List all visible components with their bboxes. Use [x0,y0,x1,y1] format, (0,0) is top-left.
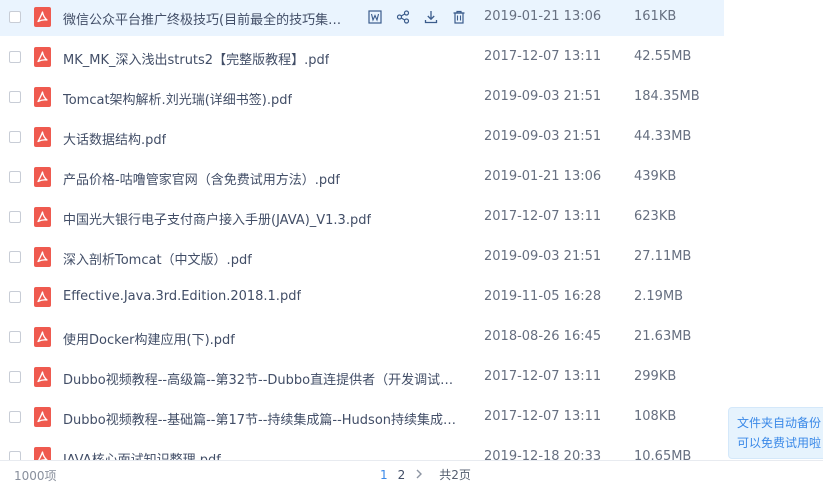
file-size: 21.63MB [634,329,692,344]
file-name[interactable]: 中国光大银行电子支付商户接入手册(JAVA)_V1.3.pdf [63,209,371,228]
pdf-file-icon [34,47,51,67]
file-date: 2019-01-21 13:06 [484,9,602,24]
pdf-file-icon [34,207,51,227]
item-count: 1000项 [14,469,57,483]
pdf-file-icon [34,247,51,267]
file-name[interactable]: Tomcat架构解析.刘光瑞(详细书签).pdf [63,89,292,108]
file-size: 10.65MB [634,449,692,460]
tip-line-2: 可以免费试用啦 [737,436,822,450]
row-checkbox[interactable] [9,411,21,423]
file-size: 439KB [634,169,677,184]
row-checkbox[interactable] [9,291,21,303]
file-name[interactable]: Dubbo视频教程--高级篇--第32节--Dubbo直连提供者（开发调试）.p… [63,369,463,388]
pdf-file-icon [34,87,51,107]
pdf-file-icon [34,327,51,347]
row-checkbox[interactable] [9,51,21,63]
download-icon[interactable] [422,8,440,26]
file-row[interactable]: Tomcat架构解析.刘光瑞(详细书签).pdf 2019-09-03 21:51… [0,80,724,116]
file-size: 2.19MB [634,289,684,304]
row-checkbox[interactable] [9,451,21,460]
file-row[interactable]: 产品价格-咕噜管家官网（含免费试用方法）.pdf 2019-01-21 13:06… [0,160,724,196]
row-checkbox[interactable] [9,131,21,143]
file-date: 2017-12-07 13:11 [484,49,602,64]
file-name[interactable]: 使用Docker构建应用(下).pdf [63,329,235,348]
pdf-file-icon [34,287,51,307]
pdf-file-icon [34,127,51,147]
file-row[interactable]: 微信公众平台推广终极技巧(目前最全的技巧集合).pdf 2019-01-21 13… [0,0,724,36]
file-row[interactable]: Effective.Java.3rd.Edition.2018.1.pdf 201… [0,280,724,316]
file-name[interactable]: 深入剖析Tomcat（中文版）.pdf [63,249,252,268]
file-date: 2019-09-03 21:51 [484,129,602,144]
file-name[interactable]: Dubbo视频教程--基础篇--第17节--持续集成篇--Hudson持续集成服… [63,409,463,428]
row-checkbox[interactable] [9,211,21,223]
share-icon[interactable] [394,8,412,26]
file-date: 2017-12-07 13:11 [484,409,602,424]
file-date: 2019-09-03 21:51 [484,249,602,264]
file-date: 2017-12-07 13:11 [484,369,602,384]
file-row[interactable]: Dubbo视频教程--高级篇--第32节--Dubbo直连提供者（开发调试）.p… [0,360,724,396]
row-checkbox[interactable] [9,331,21,343]
pdf-file-icon [34,407,51,427]
pdf-file-icon [34,367,51,387]
list-footer: 1000项 1 2 共2页 [0,460,823,487]
page-1-link[interactable]: 1 [380,468,388,482]
file-size: 184.35MB [634,89,700,104]
next-page-icon[interactable] [415,468,423,482]
file-name[interactable]: JAVA核心面试知识整理.pdf [63,449,221,460]
word-icon[interactable] [366,8,384,26]
pdf-file-icon [34,167,51,187]
pagination: 1 2 共2页 [380,466,471,483]
file-date: 2019-12-18 20:33 [484,449,602,460]
pdf-file-icon [34,447,51,460]
file-name[interactable]: 微信公众平台推广终极技巧(目前最全的技巧集合).pdf [63,9,353,28]
file-size: 161KB [634,9,677,24]
file-row[interactable]: 中国光大银行电子支付商户接入手册(JAVA)_V1.3.pdf 2017-12-0… [0,200,724,236]
tip-line-1: 文件夹自动备份 [737,416,822,430]
file-date: 2019-09-03 21:51 [484,89,602,104]
row-checkbox[interactable] [9,371,21,383]
total-pages: 共2页 [439,468,471,482]
page-2-link[interactable]: 2 [398,468,406,482]
file-name[interactable]: MK_MK_深入浅出struts2【完整版教程】.pdf [63,49,329,68]
file-size: 299KB [634,369,677,384]
file-name[interactable]: 大话数据结构.pdf [63,129,166,148]
file-row[interactable]: Dubbo视频教程--基础篇--第17节--持续集成篇--Hudson持续集成服… [0,400,724,436]
row-actions [366,8,468,26]
file-row[interactable]: 深入剖析Tomcat（中文版）.pdf 2019-09-03 21:51 27.11… [0,240,724,276]
delete-icon[interactable] [450,8,468,26]
row-checkbox[interactable] [9,171,21,183]
file-date: 2019-11-05 16:28 [484,289,602,304]
file-size: 42.55MB [634,49,692,64]
row-checkbox[interactable] [9,11,21,23]
file-size: 44.33MB [634,129,692,144]
file-row[interactable]: 大话数据结构.pdf 2019-09-03 21:51 44.33MB [0,120,724,156]
row-checkbox[interactable] [9,251,21,263]
file-date: 2017-12-07 13:11 [484,209,602,224]
pdf-file-icon [34,7,51,27]
file-size: 623KB [634,209,677,224]
file-row[interactable]: JAVA核心面试知识整理.pdf 2019-12-18 20:33 10.65MB [0,440,724,460]
file-name[interactable]: 产品价格-咕噜管家官网（含免费试用方法）.pdf [63,169,340,188]
row-checkbox[interactable] [9,91,21,103]
file-date: 2019-01-21 13:06 [484,169,602,184]
file-name[interactable]: Effective.Java.3rd.Edition.2018.1.pdf [63,289,301,304]
file-list: 微信公众平台推广终极技巧(目前最全的技巧集合).pdf 2019-01-21 13… [0,0,823,460]
file-size: 27.11MB [634,249,692,264]
file-size: 108KB [634,409,677,424]
file-row[interactable]: 使用Docker构建应用(下).pdf 2018-08-26 16:45 21.63… [0,320,724,356]
backup-promo-tip[interactable]: 文件夹自动备份 可以免费试用啦 [728,407,823,459]
file-date: 2018-08-26 16:45 [484,329,602,344]
file-row[interactable]: MK_MK_深入浅出struts2【完整版教程】.pdf 2017-12-07 1… [0,40,724,76]
